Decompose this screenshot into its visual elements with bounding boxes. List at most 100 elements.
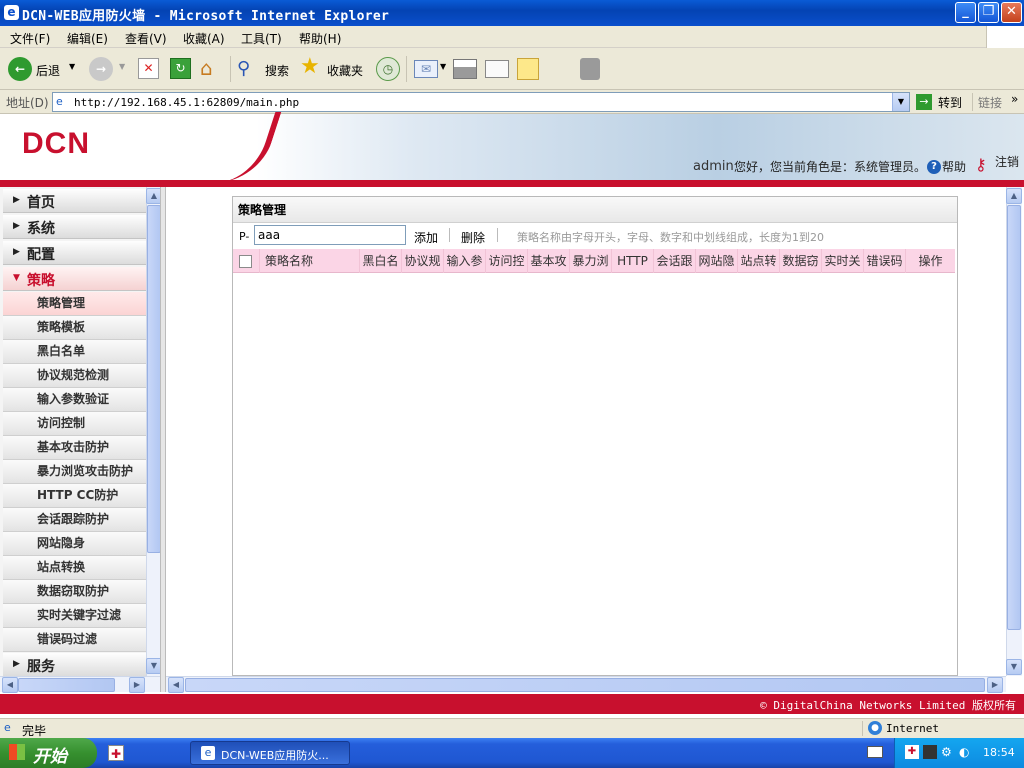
help-icon[interactable]: ? <box>927 160 941 174</box>
menu-file[interactable]: 文件(F) <box>10 30 50 47</box>
sidebar-category-config[interactable]: ▶ 配置 <box>3 241 146 265</box>
menu-favorites[interactable]: 收藏(A) <box>183 30 225 47</box>
table-header: 站点转 <box>737 249 779 273</box>
address-input[interactable]: e http://192.168.45.1:62809/main.php ▼ <box>52 92 910 112</box>
home-icon[interactable]: ⌂ <box>200 57 224 79</box>
sidebar-item-brute-browse[interactable]: 暴力浏览攻击防护 <box>3 460 146 484</box>
links-chevron-icon[interactable]: » <box>1011 92 1018 106</box>
menu-edit[interactable]: 编辑(E) <box>67 30 108 47</box>
taskbar-ie-window[interactable]: e DCN-WEB应用防火... <box>190 741 350 765</box>
logout-icon[interactable]: ⚷ <box>975 155 987 174</box>
main-scroll-right-icon[interactable]: ▶ <box>987 677 1003 693</box>
name-prefix: P- <box>239 230 250 243</box>
header-swoosh <box>218 112 282 182</box>
main-scroll-up-icon[interactable]: ▲ <box>1006 188 1022 204</box>
minimize-button[interactable]: _ <box>955 2 976 23</box>
window-titlebar: e DCN-WEB应用防火墙 - Microsoft Internet Expl… <box>0 0 1024 26</box>
sidebar-item-site-cloak[interactable]: 网站隐身 <box>3 532 146 556</box>
close-button[interactable]: ✕ <box>1001 2 1022 23</box>
menu-help[interactable]: 帮助(H) <box>299 30 341 47</box>
sidebar-category-service[interactable]: ▶ 服务 <box>3 653 146 677</box>
maximize-button[interactable]: ❐ <box>978 2 999 23</box>
back-label[interactable]: 后退 <box>36 62 60 79</box>
sidebar-hscrollbar[interactable]: ◀ ▶ <box>0 676 163 693</box>
address-bar: 地址(D) e http://192.168.45.1:62809/main.p… <box>0 90 1024 114</box>
logout-link[interactable]: 注销 <box>995 153 1019 170</box>
table-header: 输入参 <box>443 249 485 273</box>
sidebar-item-blackwhite-list[interactable]: 黑白名单 <box>3 340 146 364</box>
links-label[interactable]: 链接 <box>978 94 1002 111</box>
sidebar-scroll-right-icon[interactable]: ▶ <box>129 677 145 693</box>
sidebar-item-data-theft[interactable]: 数据窃取防护 <box>3 580 146 604</box>
menu-view[interactable]: 查看(V) <box>125 30 167 47</box>
main-hscroll-thumb[interactable] <box>185 678 985 692</box>
sidebar-category-system[interactable]: ▶ 系统 <box>3 215 146 239</box>
table-header: 实时关 <box>821 249 863 273</box>
main-scroll-down-icon[interactable]: ▼ <box>1006 659 1022 675</box>
favorites-label[interactable]: 收藏夹 <box>327 62 363 79</box>
history-icon[interactable]: ◷ <box>376 57 400 81</box>
delete-button[interactable]: 删除 <box>461 229 485 246</box>
tray-keyboard-icon[interactable] <box>867 746 883 758</box>
sidebar: ▶ 首页 ▶ 系统 ▶ 配置 ▼ 策略 策略管理 策略模板 黑白名单 协议规范检测 输入… <box>0 187 163 677</box>
back-icon[interactable]: ← <box>8 57 32 81</box>
zone-label: Internet <box>886 722 939 735</box>
sidebar-item-protocol-check[interactable]: 协议规范检测 <box>3 364 146 388</box>
go-button[interactable]: 转到 <box>938 94 962 111</box>
collapsed-arrow-icon: ▶ <box>13 195 20 205</box>
sidebar-scroll-left-icon[interactable]: ◀ <box>2 677 18 693</box>
sidebar-category-home[interactable]: ▶ 首页 <box>3 189 146 213</box>
print-icon[interactable] <box>453 59 477 79</box>
name-hint: 策略名称由字母开头，字母、数字和中划线组成，长度为1到20 <box>517 231 824 244</box>
favorites-icon[interactable]: ★ <box>300 55 324 79</box>
tray-app-icon[interactable]: ✚ <box>905 745 919 759</box>
sidebar-item-site-switch[interactable]: 站点转换 <box>3 556 146 580</box>
start-button[interactable]: 开始 <box>0 738 97 768</box>
forward-icon[interactable]: → <box>89 57 113 81</box>
sidebar-item-basic-attack[interactable]: 基本攻击防护 <box>3 436 146 460</box>
main-scroll-thumb[interactable] <box>1007 205 1021 630</box>
go-icon[interactable]: → <box>916 94 932 110</box>
sidebar-hscroll-thumb[interactable] <box>18 678 115 692</box>
sidebar-item-keyword-filter[interactable]: 实时关键字过滤 <box>3 604 146 628</box>
back-dropdown-icon[interactable]: ▼ <box>69 62 75 71</box>
sidebar-item-access-control[interactable]: 访问控制 <box>3 412 146 436</box>
main-scroll-left-icon[interactable]: ◀ <box>168 677 184 693</box>
menu-tools[interactable]: 工具(T) <box>241 30 282 47</box>
splitter[interactable] <box>160 187 166 692</box>
system-tray: ✚ ⚙ ◐ 18:54 <box>867 738 1024 768</box>
forward-dropdown-icon[interactable]: ▼ <box>119 62 125 71</box>
refresh-icon[interactable]: ↻ <box>170 58 191 79</box>
messenger-icon[interactable] <box>580 58 600 80</box>
sidebar-category-policy[interactable]: ▼ 策略 <box>3 267 146 291</box>
edit-icon[interactable] <box>485 60 509 78</box>
mail-dropdown-icon[interactable]: ▼ <box>440 62 446 71</box>
discuss-icon[interactable] <box>517 58 539 80</box>
stop-icon[interactable]: ✕ <box>138 58 159 79</box>
sidebar-item-errorcode-filter[interactable]: 错误码过滤 <box>3 628 146 652</box>
sidebar-item-session-tracking[interactable]: 会话跟踪防护 <box>3 508 146 532</box>
tray-volume-icon[interactable]: ◐ <box>959 745 973 759</box>
table-header: 网站隐 <box>695 249 737 273</box>
sidebar-scroll-thumb[interactable] <box>147 205 161 553</box>
add-button[interactable]: 添加 <box>414 229 438 246</box>
sidebar-item-input-validation[interactable]: 输入参数验证 <box>3 388 146 412</box>
search-icon[interactable]: ⚲ <box>237 58 259 80</box>
dcn-logo: DCN <box>22 127 90 160</box>
quicklaunch-icon[interactable]: ✚ <box>108 745 124 761</box>
main-hscrollbar[interactable]: ◀ ▶ <box>166 676 1006 693</box>
sidebar-item-http-cc[interactable]: HTTP CC防护 <box>3 484 146 508</box>
tray-monitor-icon[interactable] <box>923 745 937 759</box>
select-all-checkbox[interactable] <box>239 255 252 268</box>
table-header: 协议规 <box>401 249 443 273</box>
tray-network-icon[interactable]: ⚙ <box>941 745 955 759</box>
search-label[interactable]: 搜索 <box>265 62 289 79</box>
current-user: admin <box>693 159 734 174</box>
role-greeting: 您好，您当前角色是：系统管理员。 <box>734 160 927 174</box>
help-link[interactable]: 帮助 <box>942 158 966 175</box>
mail-icon[interactable]: ✉ <box>414 60 438 78</box>
sidebar-item-policy-template[interactable]: 策略模板 <box>3 316 146 340</box>
address-dropdown-icon[interactable]: ▼ <box>892 93 909 111</box>
sidebar-item-policy-management[interactable]: 策略管理 <box>3 292 146 316</box>
policy-name-input[interactable] <box>254 225 406 245</box>
